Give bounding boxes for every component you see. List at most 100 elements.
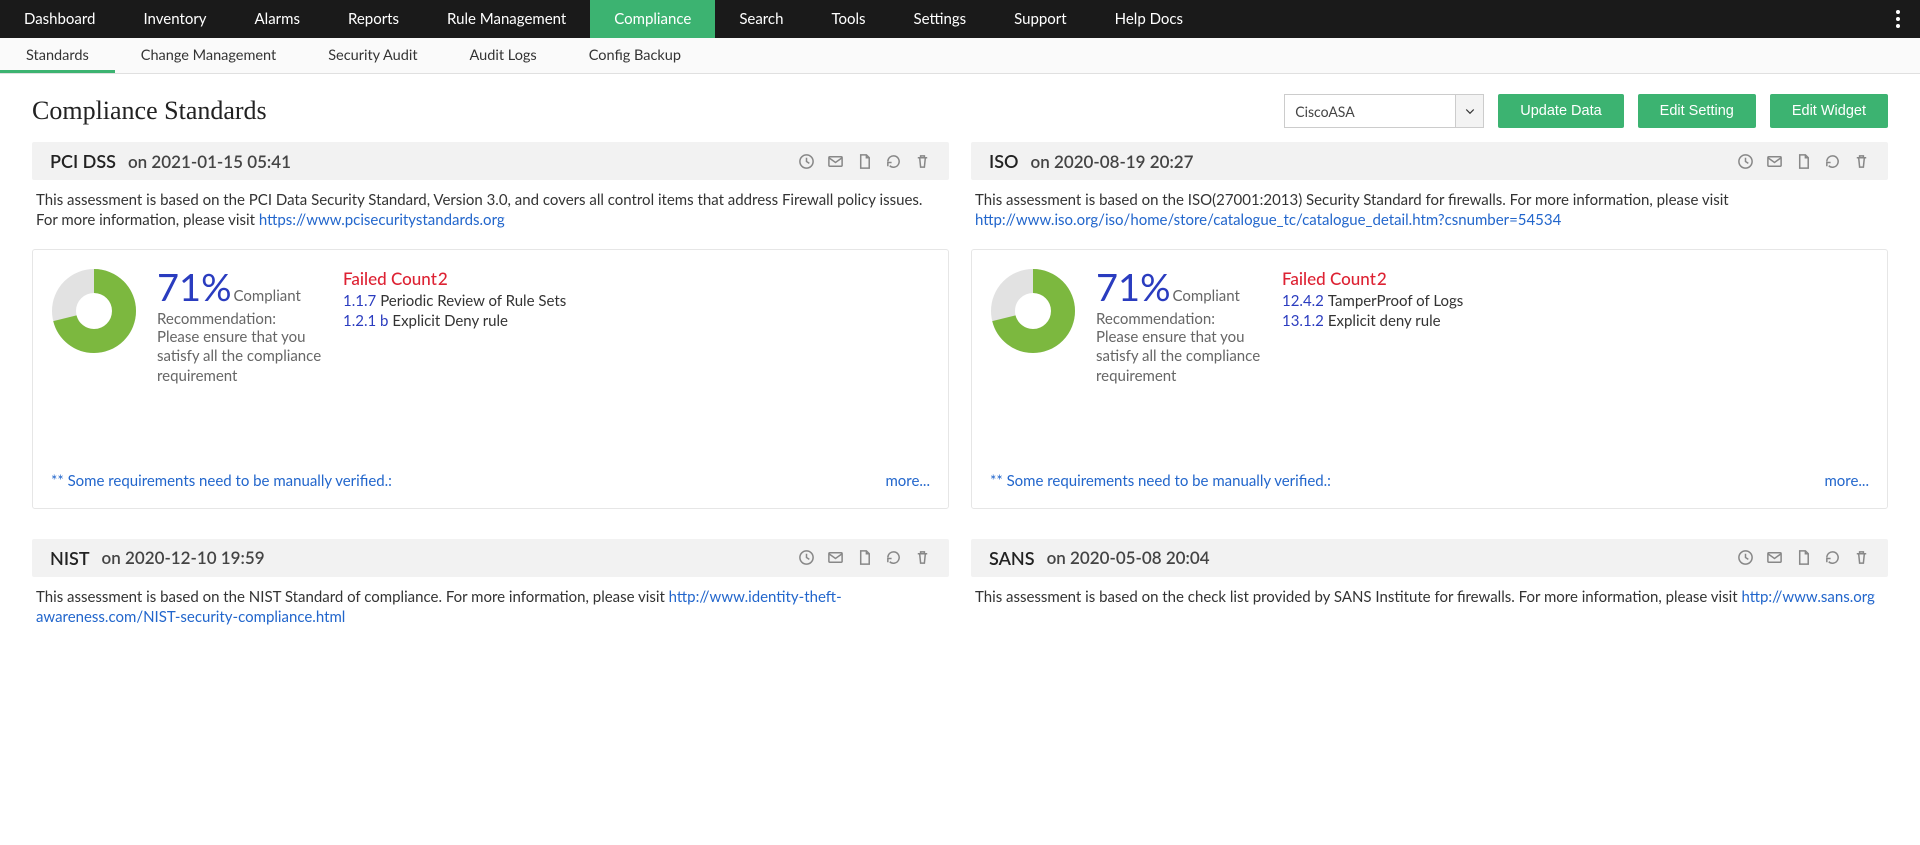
sub-nav: StandardsChange ManagementSecurity Audit…: [0, 38, 1920, 74]
info-link[interactable]: http://www.iso.org/iso/home/store/catalo…: [975, 211, 1561, 229]
recommendation-text: Please ensure that you satisfy all the c…: [157, 328, 327, 387]
top-nav: DashboardInventoryAlarmsReportsRule Mana…: [0, 0, 1920, 38]
pdf-icon[interactable]: [1795, 153, 1812, 170]
card-header: ISO on 2020-08-19 20:27: [971, 142, 1888, 180]
pdf-icon[interactable]: [856, 153, 873, 170]
info-link[interactable]: https://www.pcisecuritystandards.org: [259, 211, 505, 229]
card-body: 71%Compliant Recommendation:Please ensure…: [971, 249, 1888, 509]
subnav-item-standards[interactable]: Standards: [0, 38, 115, 73]
refresh-icon[interactable]: [885, 153, 902, 170]
compliant-label: Compliant: [1173, 287, 1240, 305]
stats-column: 71%Compliant Recommendation:Please ensure…: [157, 268, 327, 387]
card-description: This assessment is based on the ISO(2700…: [971, 180, 1888, 249]
failed-item-code: 1.2.1 b: [343, 312, 388, 330]
refresh-icon[interactable]: [1824, 549, 1841, 566]
compliance-percent: 71%: [157, 268, 232, 306]
card-header: SANS on 2020-05-08 20:04: [971, 539, 1888, 577]
standard-name: SANS: [989, 547, 1035, 569]
card-body: 71%Compliant Recommendation:Please ensure…: [32, 249, 949, 509]
mail-icon[interactable]: [1766, 549, 1783, 566]
mail-icon[interactable]: [827, 549, 844, 566]
topnav-item-search[interactable]: Search: [715, 0, 807, 38]
standard-name: ISO: [989, 150, 1019, 172]
chevron-down-icon: [1455, 95, 1483, 127]
card-header: PCI DSSon 2021-01-15 05:41: [32, 142, 949, 180]
manual-verify-note: ** Some requirements need to be manually…: [990, 472, 1331, 490]
recommendation-text: Please ensure that you satisfy all the c…: [1096, 328, 1266, 387]
failed-count-title: Failed Count2: [1282, 268, 1869, 289]
clock-icon[interactable]: [1737, 153, 1754, 170]
topnav-item-tools[interactable]: Tools: [807, 0, 889, 38]
topnav-item-help-docs[interactable]: Help Docs: [1091, 0, 1207, 38]
standard-date: on 2020-12-10 19:59: [102, 547, 265, 568]
failed-column: Failed Count21.1.7Periodic Review of Rul…: [343, 268, 930, 387]
topnav-item-settings[interactable]: Settings: [890, 0, 991, 38]
page-header: Compliance Standards CiscoASA Update Dat…: [32, 94, 1888, 128]
compliance-donut: [51, 268, 141, 387]
clock-icon[interactable]: [798, 549, 815, 566]
mail-icon[interactable]: [1766, 153, 1783, 170]
trash-icon[interactable]: [1853, 153, 1870, 170]
card-description: This assessment is based on the PCI Data…: [32, 180, 949, 249]
failed-item-text: Periodic Review of Rule Sets: [380, 292, 566, 310]
page-title: Compliance Standards: [32, 96, 267, 126]
header-controls: CiscoASA Update Data Edit Setting Edit W…: [1284, 94, 1888, 128]
topnav-item-rule-management[interactable]: Rule Management: [423, 0, 590, 38]
refresh-icon[interactable]: [1824, 153, 1841, 170]
update-data-button[interactable]: Update Data: [1498, 94, 1623, 128]
standard-name: NIST: [50, 547, 90, 569]
pdf-icon[interactable]: [856, 549, 873, 566]
device-select-value: CiscoASA: [1285, 103, 1455, 120]
failed-item-code: 12.4.2: [1282, 292, 1324, 310]
compliant-label: Compliant: [234, 287, 301, 305]
failed-item-code: 13.1.2: [1282, 312, 1324, 330]
clock-icon[interactable]: [1737, 549, 1754, 566]
card-header: NIST on 2020-12-10 19:59: [32, 539, 949, 577]
pdf-icon[interactable]: [1795, 549, 1812, 566]
subnav-item-change-management[interactable]: Change Management: [115, 38, 302, 73]
standard-card-sans: SANS on 2020-05-08 20:04 This assessment i…: [971, 539, 1888, 646]
compliance-percent: 71%: [1096, 268, 1171, 306]
edit-widget-button[interactable]: Edit Widget: [1770, 94, 1888, 128]
standard-card-iso: ISO on 2020-08-19 20:27 This assessment is…: [971, 142, 1888, 539]
mail-icon[interactable]: [827, 153, 844, 170]
topnav-item-reports[interactable]: Reports: [324, 0, 423, 38]
subnav-item-security-audit[interactable]: Security Audit: [302, 38, 443, 73]
trash-icon[interactable]: [914, 549, 931, 566]
device-select[interactable]: CiscoASA: [1284, 94, 1484, 128]
standard-date: on 2020-08-19 20:27: [1031, 151, 1194, 172]
failed-item-text: Explicit Deny rule: [392, 312, 508, 330]
topnav-item-compliance[interactable]: Compliance: [590, 0, 715, 38]
failed-item: 12.4.2TamperProof of Logs: [1282, 291, 1869, 311]
standard-card-nist: NISTon 2020-12-10 19:59This assessment i…: [32, 539, 949, 646]
topnav-item-inventory[interactable]: Inventory: [119, 0, 230, 38]
standard-date: on 2020-05-08 20:04: [1047, 547, 1210, 568]
more-link[interactable]: more...: [885, 472, 930, 490]
topnav-item-alarms[interactable]: Alarms: [231, 0, 324, 38]
standard-name: PCI DSS: [50, 150, 116, 172]
failed-item-text: Explicit deny rule: [1328, 312, 1441, 330]
clock-icon[interactable]: [798, 153, 815, 170]
recommendation-label: Recommendation:: [1096, 310, 1266, 328]
recommendation-label: Recommendation:: [157, 310, 327, 328]
compliance-donut: [990, 268, 1080, 387]
refresh-icon[interactable]: [885, 549, 902, 566]
info-link[interactable]: http://www.sans.org: [1741, 588, 1874, 606]
subnav-item-audit-logs[interactable]: Audit Logs: [444, 38, 563, 73]
more-link[interactable]: more...: [1824, 472, 1869, 490]
trash-icon[interactable]: [1853, 549, 1870, 566]
failed-count-title: Failed Count2: [343, 268, 930, 289]
card-description: This assessment is based on the check li…: [971, 577, 1888, 625]
failed-item: 13.1.2Explicit deny rule: [1282, 311, 1869, 331]
page-content: Compliance Standards CiscoASA Update Dat…: [0, 74, 1920, 665]
stats-column: 71%Compliant Recommendation:Please ensure…: [1096, 268, 1266, 387]
topnav-item-dashboard[interactable]: Dashboard: [0, 0, 119, 38]
subnav-item-config-backup[interactable]: Config Backup: [563, 38, 707, 73]
failed-item-code: 1.1.7: [343, 292, 376, 310]
edit-setting-button[interactable]: Edit Setting: [1638, 94, 1756, 128]
topnav-item-support[interactable]: Support: [990, 0, 1091, 38]
failed-item: 1.2.1 bExplicit Deny rule: [343, 311, 930, 331]
trash-icon[interactable]: [914, 153, 931, 170]
failed-item: 1.1.7Periodic Review of Rule Sets: [343, 291, 930, 311]
kebab-menu-icon[interactable]: [1888, 0, 1908, 38]
